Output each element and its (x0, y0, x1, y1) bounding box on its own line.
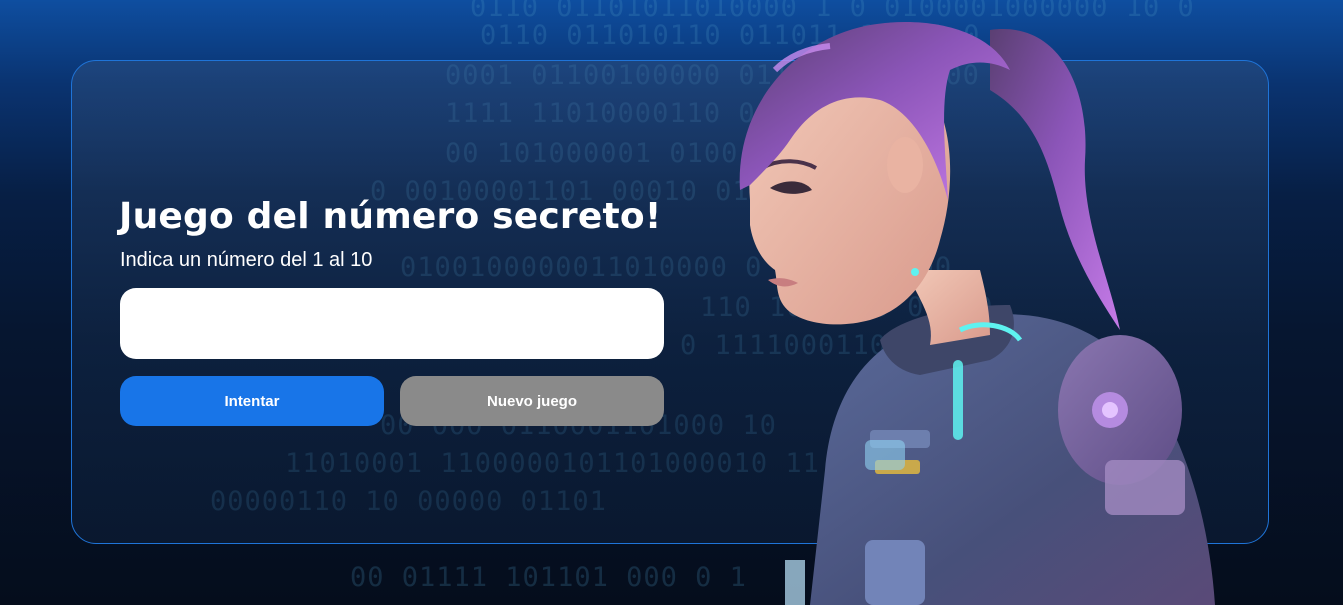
try-button[interactable]: Intentar (120, 376, 384, 426)
instructions-text: Indica un número del 1 al 10 (120, 249, 373, 271)
new-game-button[interactable]: Nuevo juego (400, 376, 664, 426)
number-input[interactable] (120, 288, 664, 359)
binary-row: 00 01111 101101 000 0 1 (350, 562, 747, 593)
page-title: Juego del número secreto! (119, 196, 662, 237)
character-illustration (739, 22, 1215, 605)
